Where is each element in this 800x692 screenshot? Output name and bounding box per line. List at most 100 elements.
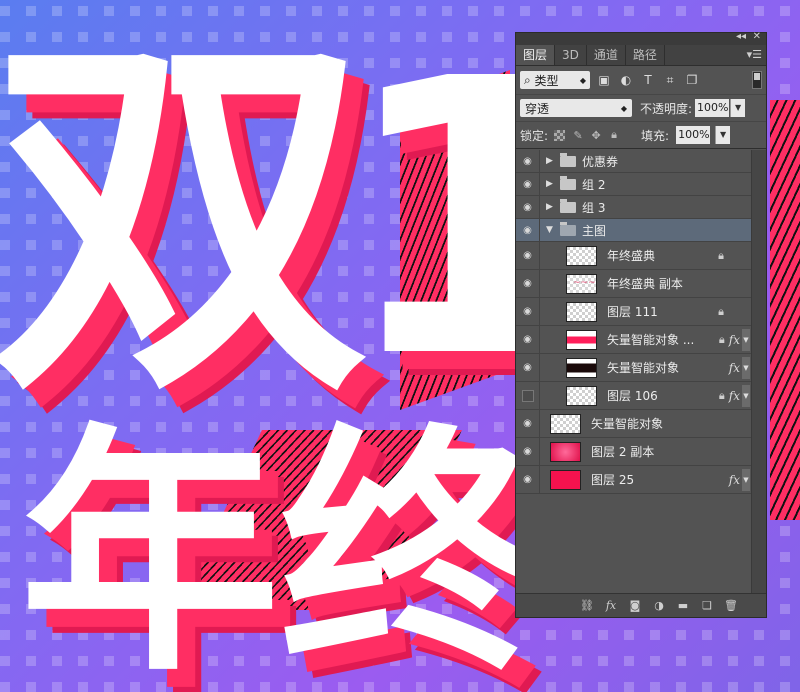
layer-thumbnail xyxy=(550,469,581,490)
image-filter-icon[interactable]: ▣ xyxy=(596,72,612,88)
fx-icon[interactable]: fx xyxy=(729,389,740,403)
layer-row-group[interactable]: ◉ ▶ 组 3 xyxy=(516,196,752,219)
fill-input[interactable]: 100% xyxy=(676,126,711,144)
lock-pixels-icon[interactable]: ✎ xyxy=(571,128,585,142)
close-icon[interactable]: ✕ xyxy=(753,31,761,42)
fx-icon[interactable]: fx xyxy=(602,599,620,612)
expand-triangle-icon[interactable]: ▶ xyxy=(546,179,556,189)
layer-row-group[interactable]: ◉ ▶ 组 2 xyxy=(516,173,752,196)
layer-row[interactable]: ◉ 矢量智能对象 fx ▼ xyxy=(516,354,752,382)
opacity-label: 不透明度: xyxy=(640,101,693,116)
fx-icon[interactable]: fx xyxy=(729,333,740,347)
eye-icon[interactable]: ◉ xyxy=(516,150,540,172)
layer-name: 优惠券 xyxy=(582,154,619,169)
panel-title-bar[interactable]: ◂◂ ✕ xyxy=(516,31,766,45)
adjustment-filter-icon[interactable]: ◐ xyxy=(618,72,634,88)
layer-row[interactable]: ◉ 年终盛典 副本 xyxy=(516,270,752,298)
layers-panel: ◂◂ ✕ 图层 3D 通道 路径 ▾☰ ⌕ 类型 ◆ ▣ ◐ T ⌗ ❐ 穿透 … xyxy=(515,31,767,618)
eye-icon[interactable]: ◉ xyxy=(516,219,540,241)
layer-name: 图层 111 xyxy=(607,305,658,319)
blend-mode-select[interactable]: 穿透 ◆ xyxy=(520,99,632,117)
lock-position-icon[interactable]: ✥ xyxy=(589,128,603,142)
artwork-title-bottom: 年终 xyxy=(20,404,540,692)
lock-row: 锁定: ✎ ✥ 🔒︎ 填充: 100% ▼ xyxy=(516,122,766,149)
eye-icon[interactable]: ◉ xyxy=(516,196,540,218)
eye-icon[interactable]: ◉ xyxy=(516,173,540,195)
link-icon[interactable]: ⛓ xyxy=(578,599,596,612)
layer-name: 组 3 xyxy=(582,200,606,215)
search-icon: ⌕ xyxy=(524,72,535,87)
updown-icon: ◆ xyxy=(620,103,627,113)
layer-row[interactable]: ◉ 图层 25 fx ▼ xyxy=(516,466,752,494)
tab-layers[interactable]: 图层 xyxy=(516,45,556,65)
delete-icon[interactable]: 🗑︎ xyxy=(722,599,740,612)
tab-paths[interactable]: 路径 xyxy=(626,45,665,65)
effects-expand-icon[interactable]: ▼ xyxy=(742,328,750,351)
tab-3d[interactable]: 3D xyxy=(555,45,587,65)
fx-icon[interactable]: fx xyxy=(729,473,740,487)
layer-name: 组 2 xyxy=(582,177,606,192)
filter-type-select[interactable]: ⌕ 类型 ◆ xyxy=(520,71,590,89)
eye-icon[interactable]: ◉ xyxy=(516,270,540,297)
updown-icon: ◆ xyxy=(579,75,586,85)
layer-name: 图层 106 xyxy=(607,389,658,403)
collapse-icon[interactable]: ◂◂ xyxy=(736,31,746,42)
layer-thumbnail xyxy=(566,273,597,294)
expand-triangle-icon[interactable]: ▶ xyxy=(546,202,556,212)
layer-name: 矢量智能对象 ... xyxy=(607,333,695,347)
effects-expand-icon[interactable]: ▼ xyxy=(742,384,750,407)
layer-row[interactable]: ◉ 矢量智能对象 ... 🔒︎ fx ▼ xyxy=(516,326,752,354)
folder-icon xyxy=(560,198,576,213)
layers-scrollbar[interactable] xyxy=(751,150,766,593)
effects-expand-icon[interactable]: ▼ xyxy=(742,468,750,491)
smart-object-filter-icon[interactable]: ❐ xyxy=(684,72,700,88)
panel-menu-icon[interactable]: ▾☰ xyxy=(747,45,762,65)
layer-thumbnail xyxy=(550,413,581,434)
layer-row[interactable]: ◉ 图层 111 🔒︎ xyxy=(516,298,752,326)
fx-icon[interactable]: fx xyxy=(729,361,740,375)
opacity-dropdown-icon[interactable]: ▼ xyxy=(730,99,746,117)
adjustment-icon[interactable]: ◑ xyxy=(650,599,668,612)
visibility-toggle-off[interactable] xyxy=(516,382,540,409)
layer-name: 矢量智能对象 xyxy=(607,361,680,375)
lock-label: 锁定: xyxy=(520,128,549,143)
expand-triangle-icon[interactable]: ▶ xyxy=(546,156,556,166)
eye-icon[interactable]: ◉ xyxy=(516,354,540,381)
lock-icon: 🔒︎ xyxy=(718,388,725,402)
eye-icon[interactable]: ◉ xyxy=(516,242,540,269)
open-folder-icon xyxy=(560,221,576,236)
type-filter-icon[interactable]: T xyxy=(640,72,656,88)
shape-filter-icon[interactable]: ⌗ xyxy=(662,72,678,88)
tab-channels[interactable]: 通道 xyxy=(587,45,626,65)
layer-thumbnail xyxy=(566,329,597,350)
new-layer-icon[interactable]: ❏ xyxy=(698,599,716,612)
lock-all-icon[interactable]: 🔒︎ xyxy=(607,128,621,142)
layer-row-group-selected[interactable]: ◉ ▼ 主图 xyxy=(516,219,752,242)
layer-name: 年终盛典 xyxy=(607,249,656,263)
fill-dropdown-icon[interactable]: ▼ xyxy=(715,126,731,144)
layer-row[interactable]: ◉ 年终盛典 🔒︎ xyxy=(516,242,752,270)
collapse-triangle-icon[interactable]: ▼ xyxy=(546,225,556,235)
layer-row[interactable]: ◉ 图层 2 副本 xyxy=(516,438,752,466)
layer-thumbnail xyxy=(566,301,597,322)
layer-row[interactable]: ◉ 矢量智能对象 xyxy=(516,410,752,438)
filter-toggle[interactable] xyxy=(752,71,762,89)
eye-icon[interactable]: ◉ xyxy=(516,326,540,353)
panel-tabs: 图层 3D 通道 路径 ▾☰ xyxy=(516,45,766,66)
layer-list: ◉ ▶ 优惠券 ◉ ▶ 组 2 ◉ ▶ 组 3 ◉ ▼ 主图 ◉ 年终盛典 🔒︎… xyxy=(516,150,752,593)
eye-icon[interactable]: ◉ xyxy=(516,298,540,325)
effects-expand-icon[interactable]: ▼ xyxy=(742,356,750,379)
eye-icon[interactable]: ◉ xyxy=(516,466,540,493)
layer-name: 图层 2 副本 xyxy=(591,445,655,459)
layer-row-group[interactable]: ◉ ▶ 优惠券 xyxy=(516,150,752,173)
layer-thumbnail xyxy=(566,357,597,378)
mask-icon[interactable]: ◙ xyxy=(626,599,644,612)
blend-row: 穿透 ◆ 不透明度: 100% ▼ xyxy=(516,95,766,122)
new-group-icon[interactable]: ▬ xyxy=(674,599,692,612)
folder-icon xyxy=(560,152,576,167)
opacity-input[interactable]: 100% xyxy=(695,99,730,117)
eye-icon[interactable]: ◉ xyxy=(516,410,540,437)
layer-row-hidden[interactable]: 图层 106 🔒︎ fx ▼ xyxy=(516,382,752,410)
eye-icon[interactable]: ◉ xyxy=(516,438,540,465)
lock-transparency-icon[interactable] xyxy=(554,129,566,141)
